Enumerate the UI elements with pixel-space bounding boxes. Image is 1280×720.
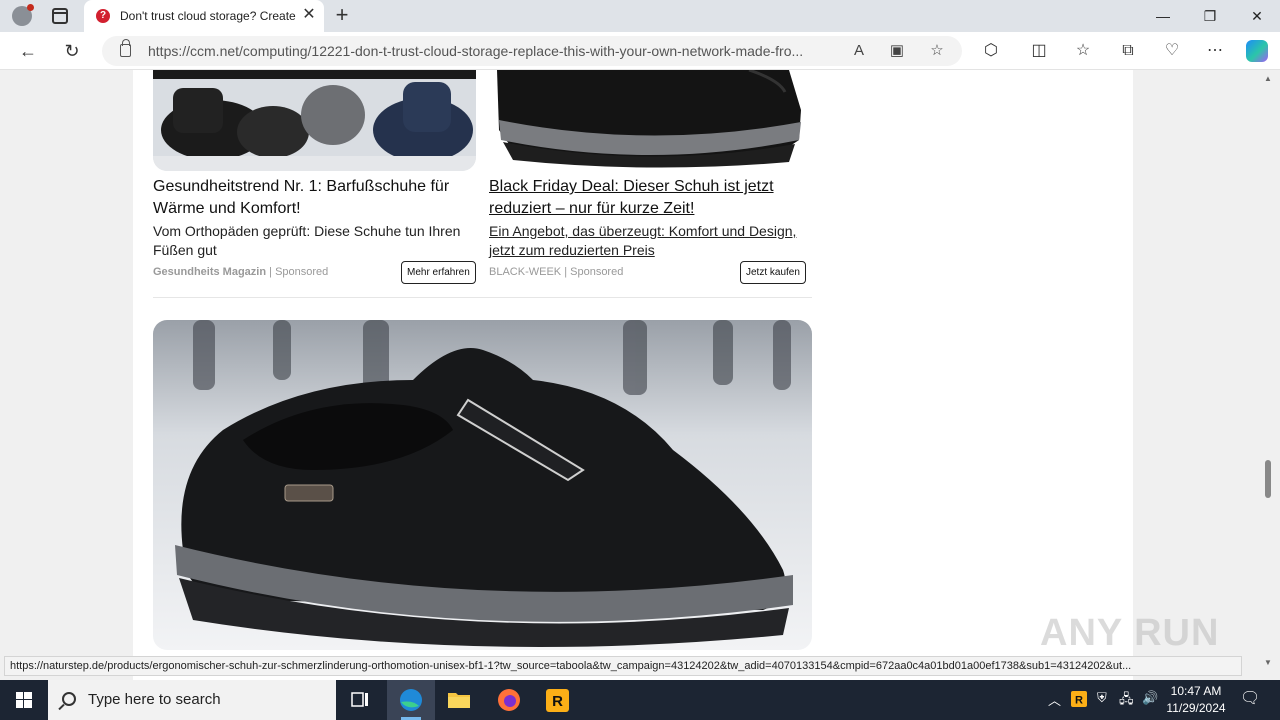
link-status-bar: https://naturstep.de/products/ergonomisc… (4, 656, 1242, 676)
svg-text:R: R (552, 693, 563, 710)
vertical-scrollbar[interactable]: ▲ ▼ (1262, 70, 1274, 670)
rockstar-launcher-taskbar-app[interactable]: R (534, 680, 582, 720)
favorites-icon[interactable]: ☆ (1071, 39, 1095, 63)
ad-title-right[interactable]: Black Friday Deal: Dieser Schuh ist jetz… (489, 176, 809, 220)
lock-icon[interactable] (120, 39, 131, 57)
ad-description-right[interactable]: Ein Angebot, das überzeugt: Komfort und … (489, 222, 809, 260)
ad-source-name-left: Gesundheits Magazin (153, 266, 267, 278)
clock-date: 11/29/2024 (1166, 701, 1226, 715)
notifications-icon[interactable]: 🗨 (1240, 688, 1260, 708)
show-hidden-icons-icon[interactable]: ︿ (1048, 690, 1061, 709)
navigation-bar: ← ↻ https://ccm.net/computing/12221-don-… (0, 32, 1280, 70)
immersive-reader-icon[interactable]: ▣ (886, 40, 908, 62)
profile-avatar-icon[interactable] (12, 4, 34, 26)
minimize-button[interactable]: — (1140, 0, 1186, 32)
search-icon (62, 692, 76, 706)
scroll-down-arrow-icon[interactable]: ▼ (1264, 658, 1272, 667)
tab-actions-icon[interactable] (52, 8, 68, 24)
taskbar-search-box[interactable]: Type here to search (48, 680, 336, 720)
tab-title: Don't trust cloud storage? Create (120, 9, 296, 23)
url-text[interactable]: https://ccm.net/computing/12221-don-t-tr… (148, 43, 832, 59)
start-button[interactable] (0, 680, 48, 720)
browser-tab-active[interactable]: ? Don't trust cloud storage? Create ✕ (84, 0, 324, 32)
split-screen-icon[interactable]: ◫ (1027, 39, 1051, 63)
ad-source-name-right: BLACK-WEEK (489, 266, 562, 278)
anyrun-watermark: ANY RUN (1040, 612, 1220, 654)
svg-text:R: R (1075, 695, 1083, 707)
barefoot-shoes-ad-image[interactable] (153, 70, 476, 171)
edge-taskbar-app[interactable] (387, 680, 435, 720)
ad-title-left[interactable]: Gesundheitstrend Nr. 1: Barfußschuhe für… (153, 176, 473, 220)
taskbar-clock[interactable]: 10:47 AM 11/29/2024 (1158, 683, 1234, 717)
network-icon[interactable]: 🖧 (1119, 690, 1134, 712)
new-tab-button[interactable]: + (330, 3, 354, 27)
task-view-icon (351, 692, 368, 707)
windows-logo-icon (16, 692, 32, 708)
ad-divider (153, 297, 812, 298)
outdoor-shoe-ad-image[interactable] (153, 320, 812, 650)
clock-time: 10:47 AM (1170, 684, 1222, 698)
volume-icon[interactable]: 🔊 (1142, 690, 1158, 706)
close-window-button[interactable]: ✕ (1234, 0, 1280, 32)
rockstar-tray-icon[interactable]: R (1071, 691, 1087, 710)
ad-source-left: Gesundheits Magazin | Sponsored (153, 266, 329, 278)
security-tray-icon[interactable]: ⛨ (1097, 690, 1107, 706)
address-bar[interactable]: https://ccm.net/computing/12221-don-t-tr… (102, 36, 962, 66)
ccm-favicon-icon: ? (96, 9, 110, 23)
file-explorer-taskbar-app[interactable] (435, 680, 483, 720)
extensions-icon[interactable]: ⬡ (979, 39, 1003, 63)
black-friday-shoe-ad-image[interactable] (489, 70, 812, 171)
favorite-star-icon[interactable]: ☆ (926, 40, 948, 62)
task-view-button[interactable] (336, 680, 384, 720)
scroll-thumb[interactable] (1265, 460, 1271, 498)
more-menu-icon[interactable]: ⋯ (1203, 39, 1227, 63)
jetzt-kaufen-button[interactable]: Jetzt kaufen (740, 261, 806, 284)
collections-icon[interactable]: ⧉ (1116, 39, 1140, 63)
ad-description-left[interactable]: Vom Orthopäden geprüft: Diese Schuhe tun… (153, 222, 473, 260)
web-content-viewport: Gesundheitstrend Nr. 1: Barfußschuhe für… (0, 70, 1280, 680)
article-page: Gesundheitstrend Nr. 1: Barfußschuhe für… (133, 70, 1133, 680)
back-button[interactable]: ← (16, 39, 40, 63)
rockstar-icon: R (546, 689, 569, 712)
folder-icon (448, 693, 470, 708)
scroll-up-arrow-icon[interactable]: ▲ (1264, 74, 1272, 83)
windows-taskbar: Type here to search R ︿ R ⛨ 🖧 🔊 10:47 AM… (0, 680, 1280, 720)
taskbar-search-placeholder: Type here to search (88, 691, 221, 708)
firefox-taskbar-app[interactable] (485, 680, 533, 720)
tab-close-button[interactable]: ✕ (300, 6, 318, 24)
firefox-icon (498, 689, 520, 711)
restore-button[interactable]: ❐ (1187, 0, 1233, 32)
mehr-erfahren-button[interactable]: Mehr erfahren (401, 261, 476, 284)
read-aloud-icon[interactable]: A (848, 40, 870, 62)
refresh-button[interactable]: ↻ (60, 39, 84, 63)
copilot-icon[interactable] (1246, 40, 1268, 62)
sponsored-label-left: Sponsored (275, 266, 329, 278)
edge-icon (400, 689, 422, 711)
browser-essentials-icon[interactable]: ♡ (1160, 39, 1184, 63)
tab-strip: ? Don't trust cloud storage? Create ✕ + … (0, 0, 1280, 32)
sponsored-label-right: Sponsored (570, 266, 624, 278)
ad-source-right: BLACK-WEEK | Sponsored (489, 266, 624, 278)
